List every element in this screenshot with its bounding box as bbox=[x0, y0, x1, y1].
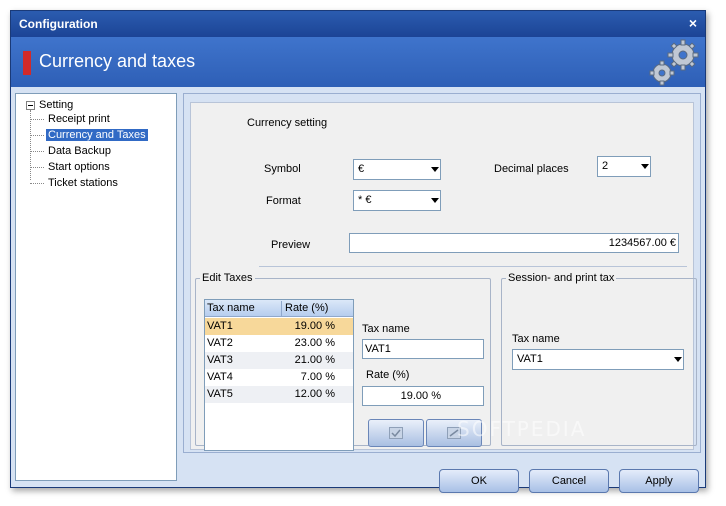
decimal-places-label: Decimal places bbox=[494, 163, 569, 175]
window-title: Configuration bbox=[19, 17, 98, 31]
gears-icon bbox=[647, 39, 699, 87]
currency-and-taxes-page: Currency setting Symbol € Decimal places… bbox=[190, 102, 697, 451]
tree-item-label: Data Backup bbox=[48, 145, 111, 157]
close-icon[interactable]: × bbox=[689, 15, 697, 31]
tree-item-label: Start options bbox=[48, 161, 110, 173]
edit-taxes-group: Edit Taxes Tax name Rate (%) VAT1 19.00 … bbox=[195, 272, 491, 451]
preview-field: 1234567.00 € bbox=[349, 233, 679, 253]
tree-item-label: Ticket stations bbox=[48, 177, 118, 189]
tax-name-cell: VAT3 bbox=[207, 354, 233, 366]
decimal-places-select[interactable]: 2 bbox=[597, 156, 651, 177]
dialog-body: Setting Receipt print Currency and Taxes… bbox=[11, 87, 705, 493]
tax-rate-cell: 12.00 % bbox=[294, 388, 335, 400]
symbol-value: € bbox=[358, 163, 365, 175]
tax-rate-cell: 21.00 % bbox=[294, 354, 335, 366]
tax-name-label: Tax name bbox=[362, 323, 410, 335]
settings-tree: Setting Receipt print Currency and Taxes… bbox=[15, 93, 177, 481]
rate-label: Rate (%) bbox=[366, 369, 410, 381]
collapse-icon[interactable] bbox=[26, 100, 35, 110]
chevron-down-icon[interactable] bbox=[639, 157, 650, 176]
tree-item-label: Receipt print bbox=[48, 113, 110, 125]
session-tax-name-value: VAT1 bbox=[517, 353, 543, 365]
chevron-down-icon[interactable] bbox=[672, 350, 683, 369]
tax-name-input[interactable]: VAT1 bbox=[362, 339, 484, 359]
apply-button[interactable]: Apply bbox=[619, 469, 699, 493]
chevron-down-icon[interactable] bbox=[429, 160, 440, 179]
edit-taxes-title: Edit Taxes bbox=[200, 272, 255, 284]
tax-table-header: Tax name Rate (%) bbox=[205, 300, 353, 317]
session-tax-name-label: Tax name bbox=[512, 333, 560, 345]
session-tax-name-select[interactable]: VAT1 bbox=[512, 349, 684, 370]
tax-rate-cell: 23.00 % bbox=[294, 337, 335, 349]
preview-label: Preview bbox=[271, 239, 311, 251]
tax-name-input-value: VAT1 bbox=[365, 343, 391, 355]
format-value: * € bbox=[358, 194, 372, 206]
tree-item-ticket-stations[interactable]: Ticket stations bbox=[30, 176, 120, 190]
tax-rate-cell: 7.00 % bbox=[300, 371, 335, 383]
rate-input[interactable]: 19.00 % bbox=[362, 386, 484, 406]
configuration-window: Configuration × Currency and taxes Setti… bbox=[10, 10, 706, 493]
ok-button[interactable]: OK bbox=[439, 469, 519, 493]
tax-name-cell: VAT2 bbox=[207, 337, 233, 349]
session-print-tax-title: Session- and print tax bbox=[506, 272, 617, 284]
preview-value: 1234567.00 € bbox=[608, 237, 676, 249]
cancel-button[interactable]: Cancel bbox=[529, 469, 609, 493]
tax-table[interactable]: Tax name Rate (%) VAT1 19.00 % VAT2 23.0… bbox=[204, 299, 354, 451]
symbol-label: Symbol bbox=[264, 163, 301, 175]
table-row[interactable]: VAT1 19.00 % bbox=[205, 318, 353, 335]
tax-name-cell: VAT1 bbox=[207, 320, 233, 332]
decimal-places-value: 2 bbox=[602, 160, 609, 172]
table-row[interactable]: VAT3 21.00 % bbox=[205, 352, 353, 369]
watermark: SOFTPEDIA bbox=[457, 417, 587, 441]
column-header-rate[interactable]: Rate (%) bbox=[285, 302, 328, 314]
header-accent-bar bbox=[23, 51, 31, 75]
title-bar[interactable]: Configuration × bbox=[11, 11, 705, 37]
chevron-down-icon[interactable] bbox=[429, 191, 440, 210]
tree-item-receipt-print[interactable]: Receipt print bbox=[30, 112, 112, 126]
column-header-tax-name[interactable]: Tax name bbox=[207, 302, 255, 314]
tree-item-currency-and-taxes[interactable]: Currency and Taxes bbox=[30, 128, 149, 142]
tree-item-start-options[interactable]: Start options bbox=[30, 160, 112, 174]
format-select[interactable]: * € bbox=[353, 190, 441, 211]
tree-item-data-backup[interactable]: Data Backup bbox=[30, 144, 113, 158]
checkmark-icon bbox=[389, 427, 403, 439]
tax-name-cell: VAT4 bbox=[207, 371, 233, 383]
divider bbox=[259, 266, 687, 267]
tree-item-label: Currency and Taxes bbox=[45, 128, 149, 142]
format-label: Format bbox=[266, 195, 301, 207]
table-row[interactable]: VAT4 7.00 % bbox=[205, 369, 353, 386]
tree-root-label: Setting bbox=[39, 99, 74, 111]
page-header: Currency and taxes bbox=[11, 37, 705, 87]
settings-panel: Currency setting Symbol € Decimal places… bbox=[183, 93, 701, 453]
table-row[interactable]: VAT2 23.00 % bbox=[205, 335, 353, 352]
confirm-tax-button[interactable] bbox=[368, 419, 424, 447]
symbol-select[interactable]: € bbox=[353, 159, 441, 180]
tax-rate-cell: 19.00 % bbox=[294, 320, 335, 332]
rate-input-value: 19.00 % bbox=[400, 390, 441, 402]
currency-section-title: Currency setting bbox=[247, 117, 328, 129]
table-row[interactable]: VAT5 12.00 % bbox=[205, 386, 353, 403]
tree-root[interactable]: Setting bbox=[26, 98, 73, 112]
tax-name-cell: VAT5 bbox=[207, 388, 233, 400]
page-title: Currency and taxes bbox=[39, 51, 196, 71]
